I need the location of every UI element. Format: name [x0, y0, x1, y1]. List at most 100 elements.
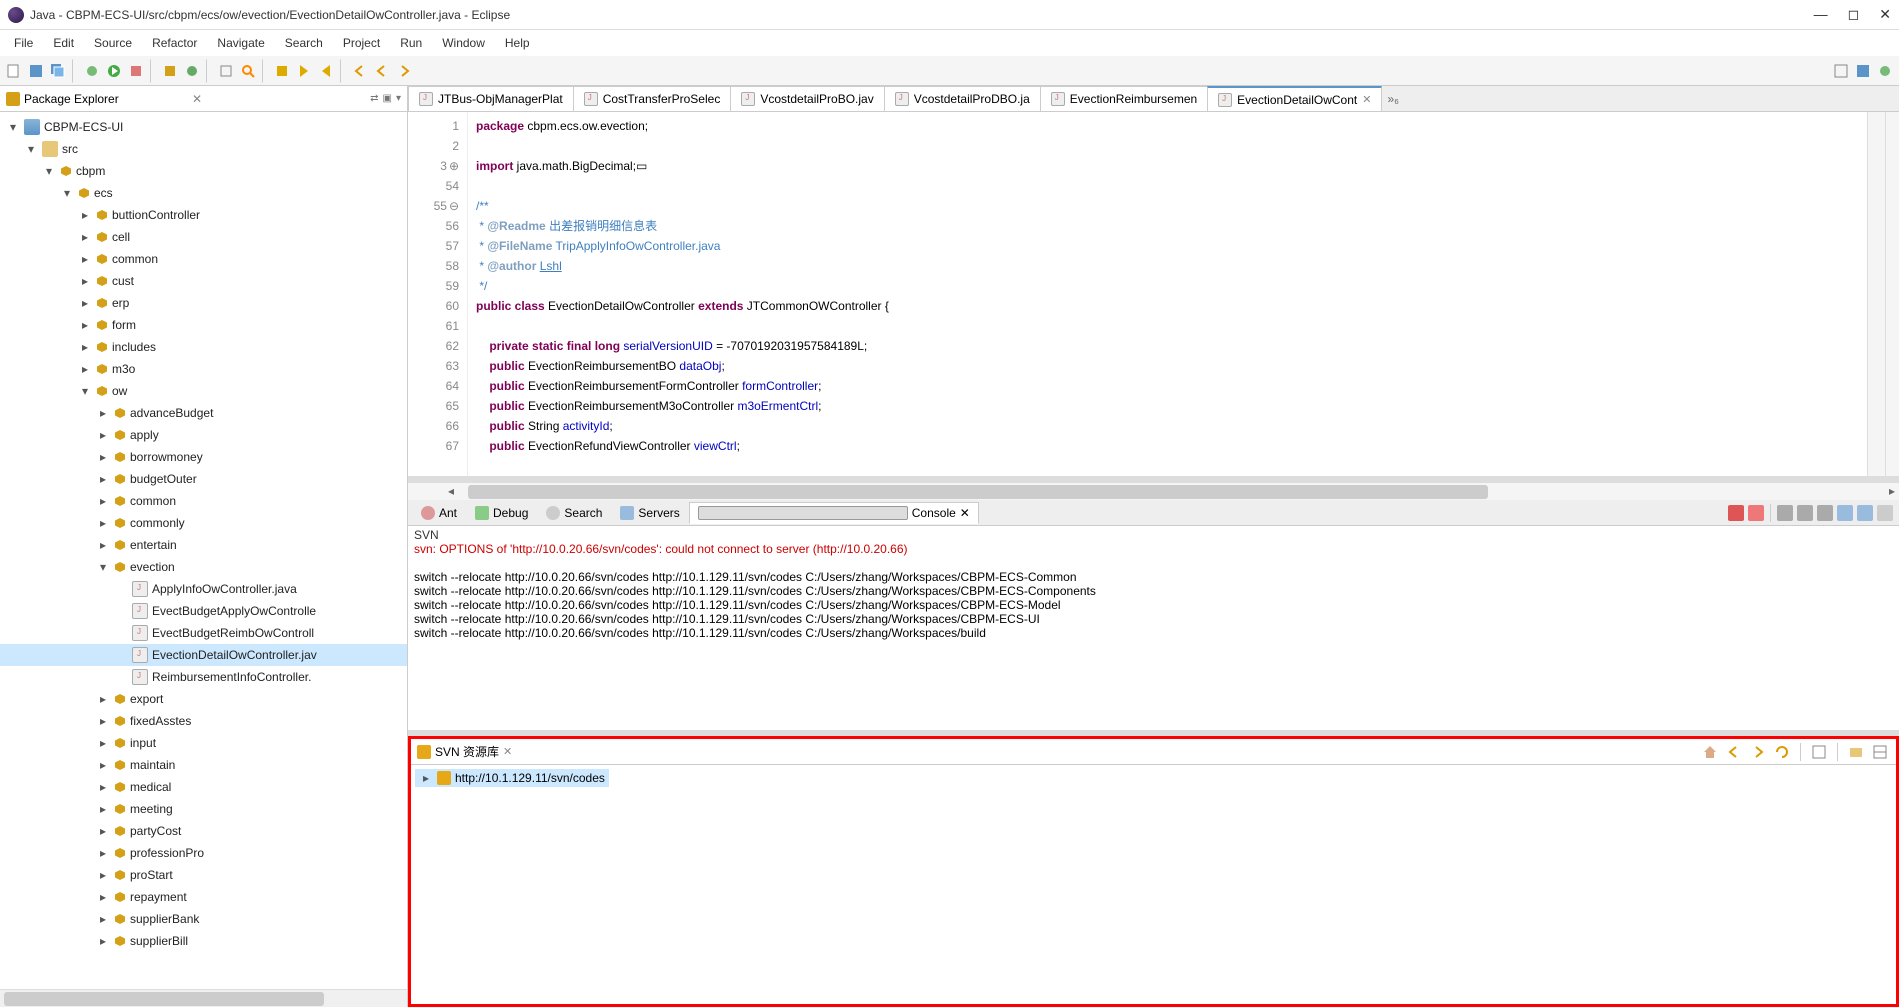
expand-icon[interactable]: ▾	[6, 120, 20, 134]
tree-item[interactable]: ▸common	[0, 490, 407, 512]
more-tabs-button[interactable]: »₆	[1381, 86, 1405, 111]
tree-item[interactable]: ▸erp	[0, 292, 407, 314]
expand-icon[interactable]: ▸	[96, 824, 110, 838]
view-close-button[interactable]: ✕	[192, 92, 202, 106]
save-button[interactable]	[26, 61, 46, 81]
menu-navigate[interactable]: Navigate	[207, 32, 274, 54]
tree-item[interactable]: ▸m3o	[0, 358, 407, 380]
tree-item[interactable]: ▸includes	[0, 336, 407, 358]
svn-layout-icon[interactable]	[1872, 744, 1888, 760]
expand-icon[interactable]: ▾	[24, 142, 38, 156]
last-edit-button[interactable]	[350, 61, 370, 81]
perspective-java-button[interactable]	[1853, 61, 1873, 81]
expand-icon[interactable]: ▸	[96, 406, 110, 420]
new-package-button[interactable]	[160, 61, 180, 81]
editor-tab[interactable]: VcostdetailProBO.jav	[730, 86, 884, 111]
tree-item[interactable]: ▾src	[0, 138, 407, 160]
open-console-icon[interactable]	[1857, 505, 1873, 521]
tree-item[interactable]: ▸meeting	[0, 798, 407, 820]
console-menu-icon[interactable]	[1877, 505, 1893, 521]
svn-home-icon[interactable]	[1702, 744, 1718, 760]
display-selected-icon[interactable]	[1837, 505, 1853, 521]
menu-project[interactable]: Project	[333, 32, 390, 54]
expand-icon[interactable]: ▸	[96, 758, 110, 772]
maximize-button[interactable]: ◻	[1848, 6, 1860, 23]
menu-search[interactable]: Search	[275, 32, 333, 54]
editor-tab[interactable]: CostTransferProSelec	[573, 86, 732, 111]
svn-view-close-button[interactable]: ✕	[503, 745, 512, 758]
expand-icon[interactable]: ▾	[42, 164, 56, 178]
menu-help[interactable]: Help	[495, 32, 540, 54]
tree-item[interactable]: ReimbursementInfoController.	[0, 666, 407, 688]
menu-run[interactable]: Run	[390, 32, 432, 54]
tree-item[interactable]: ▾evection	[0, 556, 407, 578]
view-menu-icon[interactable]: ▾	[396, 93, 401, 104]
tree-item[interactable]: ▸medical	[0, 776, 407, 798]
editor-vertical-scrollbar[interactable]	[1867, 112, 1885, 476]
tree-item[interactable]: ▾cbpm	[0, 160, 407, 182]
new-class-button[interactable]	[182, 61, 202, 81]
editor-code[interactable]: package cbpm.ecs.ow.evection; import jav…	[468, 112, 1867, 476]
tab-close-icon[interactable]: ✕	[1362, 93, 1371, 106]
ext-tools-button[interactable]	[126, 61, 146, 81]
tree-item[interactable]: ▸cell	[0, 226, 407, 248]
expand-icon[interactable]: ▸	[78, 318, 92, 332]
menu-window[interactable]: Window	[432, 32, 495, 54]
expand-icon[interactable]: ▸	[96, 802, 110, 816]
tree-item[interactable]: ▾ow	[0, 380, 407, 402]
tree-item[interactable]: ▸buttionController	[0, 204, 407, 226]
tree-item[interactable]: EvectBudgetApplyOwControlle	[0, 600, 407, 622]
tree-item[interactable]: ▸proStart	[0, 864, 407, 886]
editor-tab[interactable]: EvectionReimbursemen	[1040, 86, 1208, 111]
debug-button[interactable]	[82, 61, 102, 81]
expand-icon[interactable]: ▸	[96, 934, 110, 948]
expand-icon[interactable]: ▸	[96, 890, 110, 904]
expand-icon[interactable]: ▸	[96, 714, 110, 728]
svn-refresh-icon[interactable]	[1774, 744, 1790, 760]
tree-item[interactable]: ▸export	[0, 688, 407, 710]
tree-item[interactable]: ▸cust	[0, 270, 407, 292]
expand-icon[interactable]: ▸	[96, 912, 110, 926]
scroll-lock-icon[interactable]	[1797, 505, 1813, 521]
tree-item[interactable]: ▸partyCost	[0, 820, 407, 842]
bottom-tab-ant[interactable]: Ant	[412, 502, 466, 524]
expand-icon[interactable]: ▸	[78, 230, 92, 244]
tree-item[interactable]: EvectBudgetReimbOwControll	[0, 622, 407, 644]
svn-new-repo-icon[interactable]	[1848, 744, 1864, 760]
open-type-button[interactable]	[216, 61, 236, 81]
svn-forward-icon[interactable]	[1750, 744, 1766, 760]
expand-icon[interactable]: ▸	[419, 771, 433, 785]
tree-item[interactable]: ▾CBPM-ECS-UI	[0, 116, 407, 138]
tree-horizontal-scrollbar[interactable]	[0, 989, 407, 1007]
tree-item[interactable]: ▸input	[0, 732, 407, 754]
expand-icon[interactable]: ▸	[78, 274, 92, 288]
back-button[interactable]	[372, 61, 392, 81]
expand-icon[interactable]: ▸	[96, 846, 110, 860]
tree-item[interactable]: ▸maintain	[0, 754, 407, 776]
expand-icon[interactable]: ▾	[96, 560, 110, 574]
menu-edit[interactable]: Edit	[43, 32, 84, 54]
expand-icon[interactable]: ▸	[78, 296, 92, 310]
svn-repo-item[interactable]: ▸ http://10.1.129.11/svn/codes	[415, 769, 609, 787]
editor-tab[interactable]: JTBus-ObjManagerPlat	[408, 86, 574, 111]
bottom-tab-servers[interactable]: Servers	[611, 502, 688, 524]
expand-icon[interactable]: ▸	[96, 692, 110, 706]
tree-item[interactable]: ▸entertain	[0, 534, 407, 556]
expand-icon[interactable]: ▸	[96, 450, 110, 464]
tree-item[interactable]: ▸advanceBudget	[0, 402, 407, 424]
perspective-button-1[interactable]	[1831, 61, 1851, 81]
tree-item[interactable]: ▸apply	[0, 424, 407, 446]
tree-item[interactable]: ▸budgetOuter	[0, 468, 407, 490]
tree-item[interactable]: EvectionDetailOwController.jav	[0, 644, 407, 666]
next-annotation-button[interactable]	[294, 61, 314, 81]
expand-icon[interactable]: ▸	[96, 516, 110, 530]
menu-source[interactable]: Source	[84, 32, 142, 54]
collapse-all-icon[interactable]: ▣	[383, 93, 392, 104]
toggle-mark-button[interactable]	[272, 61, 292, 81]
run-button[interactable]	[104, 61, 124, 81]
tree-item[interactable]: ▾ecs	[0, 182, 407, 204]
perspective-debug-button[interactable]	[1875, 61, 1895, 81]
overview-ruler[interactable]	[1885, 112, 1899, 476]
expand-icon[interactable]: ▸	[96, 780, 110, 794]
tree-item[interactable]: ▸commonly	[0, 512, 407, 534]
